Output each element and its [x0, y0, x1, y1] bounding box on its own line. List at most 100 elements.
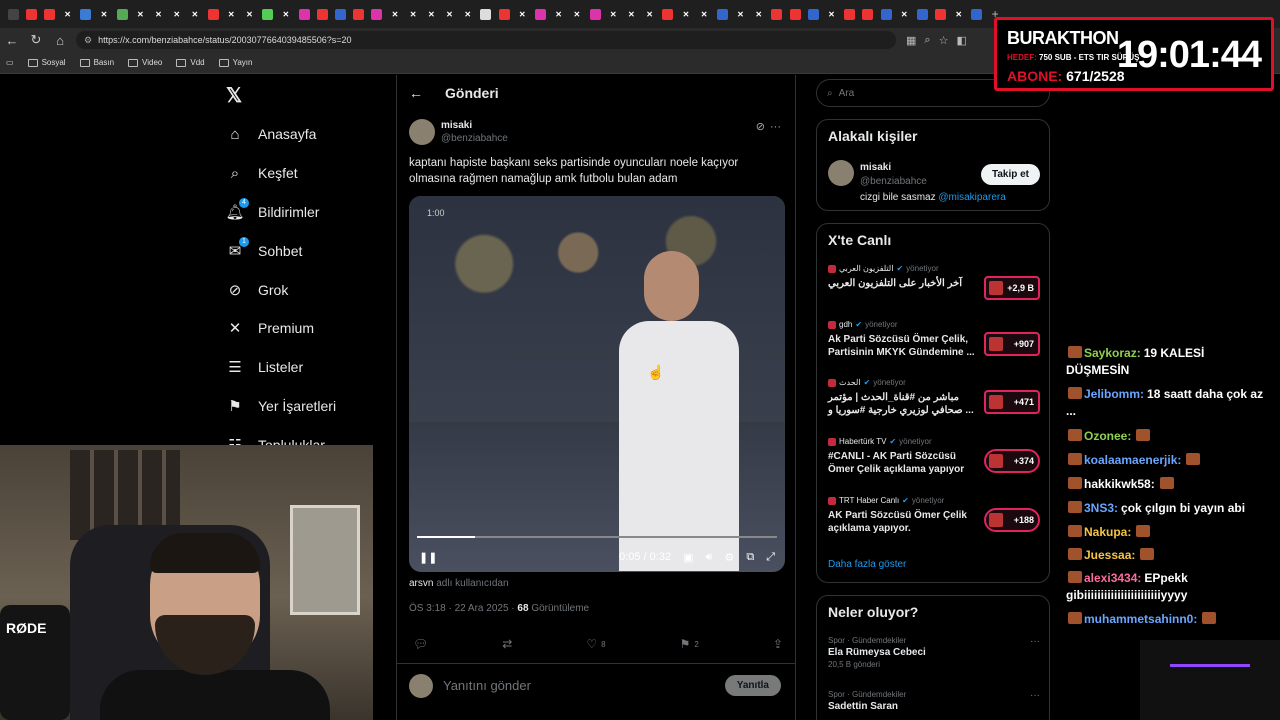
like-button[interactable]: ♡ 8 — [586, 637, 605, 651]
bookmark-folder[interactable]: Basın — [79, 58, 114, 67]
nav-home[interactable]: ⌂ Anasayfa — [226, 119, 316, 149]
nav-bookmarks[interactable]: ⚑ Yer İşaretleri — [226, 391, 336, 421]
browser-tab[interactable] — [77, 5, 95, 23]
browser-tab[interactable]: ✕ — [568, 5, 586, 23]
browser-tab[interactable]: ✕ — [186, 5, 204, 23]
browser-tab[interactable] — [477, 5, 495, 23]
trend-item[interactable]: Spor · Gündemdekiler Sadettin Saran ··· — [828, 690, 1040, 712]
more-icon[interactable]: ··· — [1030, 690, 1040, 701]
browser-tab[interactable] — [4, 5, 22, 23]
browser-tab[interactable]: ✕ — [59, 5, 77, 23]
trend-item[interactable]: Spor · Gündemdekiler Ela Rümeysa Cebeci … — [828, 636, 1040, 669]
browser-tab[interactable]: ✕ — [168, 5, 186, 23]
zoom-icon[interactable]: ⌕ — [924, 34, 930, 47]
browser-tab[interactable]: ✕ — [240, 5, 258, 23]
browser-tab[interactable] — [331, 5, 349, 23]
follow-button[interactable]: Takip et — [980, 164, 1040, 185]
browser-tab[interactable] — [968, 5, 986, 23]
url-field[interactable]: ⚙ https://x.com/benziabahce/status/20030… — [76, 31, 896, 49]
avatar[interactable] — [828, 160, 854, 186]
browser-tab[interactable]: ✕ — [604, 5, 622, 23]
browser-tab[interactable] — [841, 5, 859, 23]
browser-tab[interactable] — [659, 5, 677, 23]
bookmark-folder[interactable]: Video — [128, 58, 162, 67]
browser-tab[interactable]: ✕ — [222, 5, 240, 23]
more-icon[interactable]: ··· — [1030, 636, 1040, 647]
settings-icon[interactable]: ⚙ — [724, 551, 734, 564]
extension-icon[interactable]: ◧ — [956, 34, 966, 47]
browser-tab[interactable]: ✕ — [695, 5, 713, 23]
reply-input[interactable]: Yanıtını gönder — [443, 678, 725, 693]
reload-icon[interactable]: ↻ — [24, 32, 48, 48]
nav-notifications[interactable]: 🔔︎ 4 Bildirimler — [225, 197, 319, 227]
bookmark-folder[interactable]: Vdd — [176, 58, 205, 67]
show-more-link[interactable]: Daha fazla göster — [828, 559, 906, 570]
browser-tab[interactable]: ✕ — [750, 5, 768, 23]
browser-tab[interactable]: ✕ — [95, 5, 113, 23]
author-handle[interactable]: @benziabahce — [441, 133, 508, 144]
browser-tab[interactable]: ✕ — [150, 5, 168, 23]
browser-tab[interactable] — [586, 5, 604, 23]
reply-button[interactable]: Yanıtla — [724, 675, 781, 696]
browser-tab[interactable] — [295, 5, 313, 23]
live-item[interactable]: gdh ✔ yönetiyor Ak Parti Sözcüsü Ömer Çelik… — [828, 320, 1040, 359]
browser-tab[interactable]: ✕ — [131, 5, 149, 23]
browser-tab[interactable] — [368, 5, 386, 23]
browser-tab[interactable]: ✕ — [622, 5, 640, 23]
share-icon[interactable]: ⇪ — [773, 637, 783, 651]
browser-tab[interactable] — [113, 5, 131, 23]
bookmark-folder[interactable]: Yayın — [218, 58, 252, 67]
live-item[interactable]: الحدث ✔ yönetiyor مباشر من #قناة_الحدث | مؤ… — [828, 378, 1040, 417]
site-info-icon[interactable]: ⚙ — [84, 35, 92, 46]
author-name[interactable]: misaki — [441, 120, 472, 131]
fullscreen-icon[interactable]: ⤢ — [766, 551, 775, 564]
browser-tab[interactable] — [22, 5, 40, 23]
browser-tab[interactable] — [786, 5, 804, 23]
more-icon[interactable]: ··· — [770, 121, 781, 133]
bookmarks-toggle-icon[interactable]: ▭ — [6, 58, 14, 67]
captions-icon[interactable]: ▣ — [683, 551, 693, 564]
nav-messages[interactable]: ✉ 1 Sohbet — [226, 236, 302, 266]
browser-tab[interactable]: ✕ — [422, 5, 440, 23]
browser-tab[interactable]: ✕ — [950, 5, 968, 23]
live-item[interactable]: Habertürk TV ✔ yönetiyor #CANLI - AK Parti … — [828, 437, 1040, 476]
browser-tab[interactable]: ✕ — [641, 5, 659, 23]
apps-icon[interactable]: ▦ — [906, 34, 916, 47]
volume-icon[interactable]: 🔊︎ — [706, 551, 713, 564]
live-item[interactable]: TRT Haber Canlı ✔ yönetiyor AK Parti Sözcüs… — [828, 496, 1040, 535]
video-progress[interactable] — [417, 536, 777, 538]
pip-icon[interactable]: ⧉ — [746, 551, 754, 564]
browser-tab[interactable]: ✕ — [550, 5, 568, 23]
back-arrow-icon[interactable]: ← — [409, 85, 423, 101]
browser-tab[interactable]: ✕ — [441, 5, 459, 23]
browser-tab[interactable] — [259, 5, 277, 23]
browser-tab[interactable]: ✕ — [895, 5, 913, 23]
browser-tab[interactable] — [40, 5, 58, 23]
browser-tab[interactable] — [495, 5, 513, 23]
nav-premium[interactable]: ✕ Premium — [226, 313, 314, 343]
browser-tab[interactable]: ✕ — [459, 5, 477, 23]
browser-tab[interactable] — [859, 5, 877, 23]
browser-tab[interactable] — [877, 5, 895, 23]
home-icon[interactable]: ⌂ — [48, 33, 72, 48]
browser-tab[interactable]: ✕ — [277, 5, 295, 23]
pause-icon[interactable]: ❚❚ — [419, 551, 437, 564]
nav-explore[interactable]: ⌕ Keşfet — [226, 158, 298, 188]
browser-tab[interactable]: ✕ — [386, 5, 404, 23]
live-item[interactable]: التلفزيون العربي ✔ yönetiyor آخر الأخبار عل… — [828, 264, 1040, 300]
x-logo-icon[interactable]: 𝕏 — [226, 83, 242, 108]
browser-tab[interactable] — [531, 5, 549, 23]
browser-tab[interactable] — [932, 5, 950, 23]
avatar[interactable] — [409, 119, 435, 145]
browser-tab[interactable] — [713, 5, 731, 23]
favorite-star-icon[interactable]: ☆ — [939, 34, 949, 47]
browser-tab[interactable]: ✕ — [822, 5, 840, 23]
browser-tab[interactable] — [350, 5, 368, 23]
back-icon[interactable]: ← — [0, 33, 24, 48]
browser-tab[interactable]: ✕ — [513, 5, 531, 23]
browser-tab[interactable]: ✕ — [677, 5, 695, 23]
bookmark-folder[interactable]: Sosyal — [27, 58, 66, 67]
browser-tab[interactable] — [913, 5, 931, 23]
browser-tab[interactable]: ✕ — [732, 5, 750, 23]
browser-tab[interactable]: ✕ — [404, 5, 422, 23]
